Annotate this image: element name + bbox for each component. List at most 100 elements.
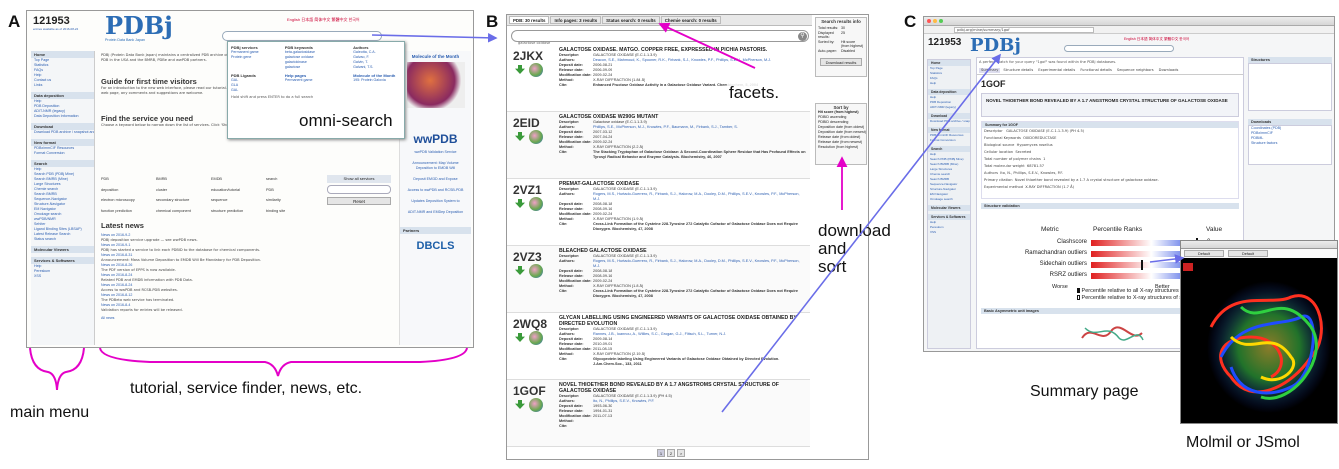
tab-sequence[interactable]: Sequence neighbors: [1115, 68, 1156, 73]
pager-page[interactable]: 1: [657, 449, 665, 457]
wwpdb-logo[interactable]: wwPDB: [400, 132, 471, 146]
sidebar-item[interactable]: ADIT-NMR (legacy): [928, 105, 970, 110]
pdbj-logo[interactable]: PDBj Protein Data Bank Japan: [105, 14, 173, 44]
field-label: Cite:: [559, 150, 568, 154]
minimize-icon[interactable]: [933, 19, 937, 23]
service-keyword[interactable]: secondary structure: [156, 198, 211, 207]
pager-page[interactable]: 2: [667, 449, 675, 457]
sort-option[interactable]: Resolution (from highest): [816, 145, 866, 150]
service-keyword[interactable]: chemical component: [156, 209, 211, 218]
field-value-auth[interactable]: Deacon, S.E., Mahmoud, K., Spooner, R.K.…: [593, 58, 771, 63]
sidebar-item[interactable]: Status search: [31, 237, 94, 242]
tab-chemie[interactable]: Chemie search: 0 results: [660, 16, 721, 24]
language-links[interactable]: English 日本語 简体中文 繁體中文 한국어: [287, 17, 360, 23]
tab-info[interactable]: Info pages: 3 results: [550, 16, 602, 24]
tab-structure[interactable]: Structure details: [1001, 68, 1035, 73]
service-keyword[interactable]: deposition: [101, 188, 156, 197]
sidebar-item[interactable]: XSS: [928, 230, 970, 235]
viewer-style-select[interactable]: Default: [1184, 250, 1224, 257]
validation-header: Metric Percentile Ranks Value: [981, 226, 1239, 238]
field-value-auth[interactable]: Rogers, M.S., Hurtado-Guerrero, R., Firb…: [593, 259, 806, 269]
result-entry[interactable]: 2VZ1 PREMAT-GALACTOSE OXIDASE Descriptor: G…: [507, 179, 810, 246]
reset-button[interactable]: Reset: [327, 197, 391, 205]
close-icon[interactable]: [927, 19, 931, 23]
entry-id[interactable]: 2EID: [513, 116, 540, 130]
result-entry[interactable]: 2VZ3 BLEACHED GALACTOSE OXIDASE Descriptor…: [507, 246, 810, 313]
service-keyword[interactable]: education/tutorial: [211, 188, 266, 197]
field-value-auth[interactable]: Phillips, S.E., McPherson, M.J., Knowles…: [593, 125, 738, 130]
service-keyword[interactable]: search: [266, 177, 321, 186]
structure-thumbnail-icon[interactable]: [529, 264, 543, 278]
pager-next[interactable]: >: [677, 449, 685, 457]
download-icon[interactable]: [515, 266, 525, 275]
tab-experimental[interactable]: Experimental details: [1036, 68, 1077, 73]
entry-title[interactable]: NOVEL THIOETHER BOND REVEALED BY A 1.7 A…: [559, 382, 806, 394]
sidebar-item[interactable]: Links: [31, 83, 94, 88]
sidebar-item[interactable]: Help: [928, 81, 970, 86]
all-news-link[interactable]: All news: [101, 316, 391, 321]
structure-thumbnail[interactable]: [1248, 63, 1332, 111]
entry-id[interactable]: 2VZ3: [513, 250, 542, 264]
maximize-icon[interactable]: [939, 19, 943, 23]
download-icon[interactable]: [515, 333, 525, 342]
service-keyword[interactable]: function prediction: [101, 209, 156, 218]
structure-thumbnail-icon[interactable]: [529, 331, 543, 345]
service-search-input[interactable]: [327, 185, 391, 194]
results-search-input[interactable]: galactose oxidase ⚲: [511, 30, 809, 45]
dbcls-logo[interactable]: DBCLS: [408, 240, 464, 258]
result-entry[interactable]: 1GOF NOVEL THIOETHER BOND REVEALED BY A 1…: [507, 380, 810, 447]
structure-thumbnail-icon[interactable]: [529, 130, 543, 144]
download-icon[interactable]: [515, 65, 525, 74]
sidebar-item[interactable]: Data Deposition Information: [31, 114, 94, 119]
tab-downloads[interactable]: Downloads: [1157, 68, 1181, 73]
download-icon[interactable]: [515, 132, 525, 141]
service-keyword[interactable]: structure prediction: [211, 209, 266, 218]
service-keyword[interactable]: BMRB: [156, 177, 211, 186]
service-keyword[interactable]: electron microscopy: [101, 198, 156, 207]
download-icon[interactable]: [515, 199, 525, 208]
service-keyword[interactable]: EMDB: [211, 177, 266, 186]
sidebar-item[interactable]: Format Conversion: [31, 151, 94, 156]
url-field[interactable]: pdbj.org/mine/summary/1gof: [954, 27, 1094, 33]
field-value-auth[interactable]: Rogers, M.S., Hurtado-Guerrero, R., Firb…: [593, 192, 806, 202]
tab-summary[interactable]: Summary: [979, 68, 1001, 73]
motm-image[interactable]: [406, 62, 465, 108]
download-icon[interactable]: [515, 400, 525, 409]
service-keyword[interactable]: binding site: [266, 209, 321, 218]
tab-functional[interactable]: Functional details: [1078, 68, 1114, 73]
sidebar-item[interactable]: XSS: [31, 274, 94, 279]
metric-name: RSRZ outliers: [1049, 272, 1087, 278]
sidebar-item[interactable]: Format Conversion: [928, 138, 970, 143]
service-keyword[interactable]: similarity: [266, 198, 321, 207]
viewer-color-select[interactable]: Default: [1228, 250, 1268, 257]
molecule-render[interactable]: [1191, 267, 1337, 423]
tab-pdb[interactable]: PDB: 30 results: [509, 16, 550, 24]
structure-thumbnail-icon[interactable]: [529, 63, 543, 77]
pdbj-logo-small[interactable]: PDBj: [970, 35, 1021, 56]
search-input-small[interactable]: [1064, 45, 1174, 52]
entry-id[interactable]: 1GOF: [513, 384, 546, 398]
entry-id[interactable]: 2JKX: [513, 49, 543, 63]
show-all-services-button[interactable]: Show all services: [327, 175, 391, 183]
sidebar-item[interactable]: Download PDB archive / snapshot archive: [928, 119, 970, 124]
sidebar-item[interactable]: Omokage search: [928, 197, 970, 202]
asymmetric-unit-image[interactable]: [1077, 318, 1147, 348]
structure-thumbnail-icon[interactable]: [529, 398, 543, 412]
download-results-button[interactable]: Download results: [820, 58, 862, 66]
result-entry[interactable]: 2WQ8 GLYCAN LABELLING USING ENGINEERED VA…: [507, 313, 810, 380]
structure-thumbnail-icon[interactable]: [529, 197, 543, 211]
result-entry[interactable]: 2EID GALACTOSE OXIDASE W290G MUTANT Descri…: [507, 112, 810, 179]
search-icon[interactable]: ⚲: [798, 32, 807, 41]
language-links-small[interactable]: English 日本語 简体中文 繁體中文 한국어: [1124, 37, 1189, 42]
sidebar-item[interactable]: Download PDB archive / snapshot archive: [31, 130, 94, 135]
entry-id[interactable]: 2WQ8: [513, 317, 547, 331]
tab-status[interactable]: Status search: 0 results: [602, 16, 660, 24]
entry-title[interactable]: GLYCAN LABELLING USING ENGINEERED VARIAN…: [559, 315, 806, 327]
service-keyword[interactable]: PDB: [101, 177, 156, 186]
entry-id[interactable]: 2VZ1: [513, 183, 542, 197]
service-keyword[interactable]: PDB: [266, 188, 321, 197]
search-input[interactable]: Search or text-fold: [222, 31, 382, 46]
service-keyword[interactable]: sequence: [211, 198, 266, 207]
field-value-auth[interactable]: Rannes, J.B., Ioannou, A., Willies, S.C.…: [593, 332, 726, 337]
service-keyword[interactable]: cluster: [156, 188, 211, 197]
